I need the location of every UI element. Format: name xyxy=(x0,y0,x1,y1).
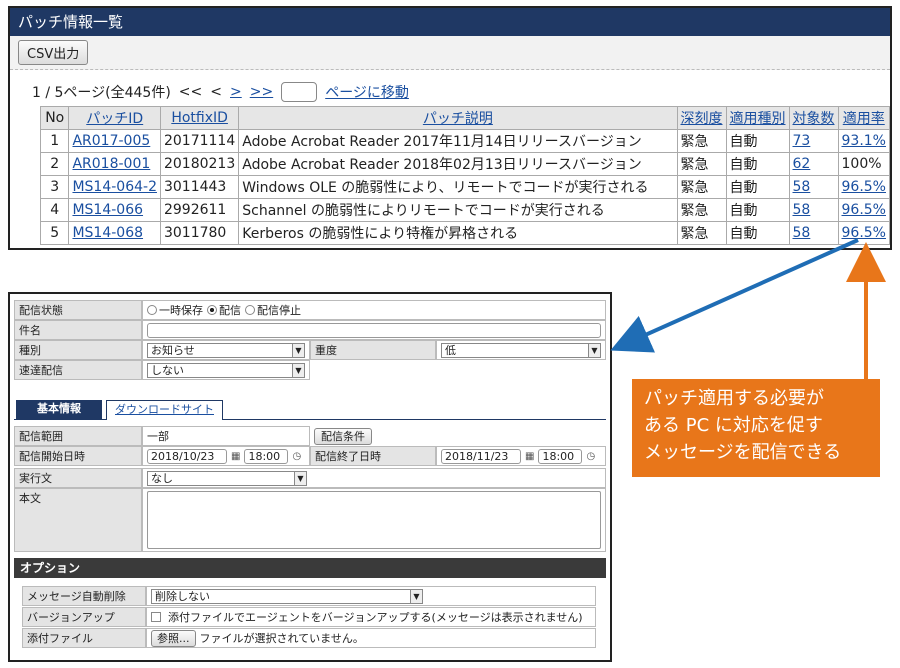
annotation-arrows xyxy=(610,238,886,379)
callout-line: パッチ適用する必要が xyxy=(644,388,824,409)
callout-line: ある PC に対応を促す xyxy=(644,415,823,436)
callout-line: メッセージを配信できる xyxy=(644,442,842,463)
blue-arrow xyxy=(610,238,859,353)
callout-box: パッチ適用する必要が ある PC に対応を促す メッセージを配信できる xyxy=(632,379,880,477)
